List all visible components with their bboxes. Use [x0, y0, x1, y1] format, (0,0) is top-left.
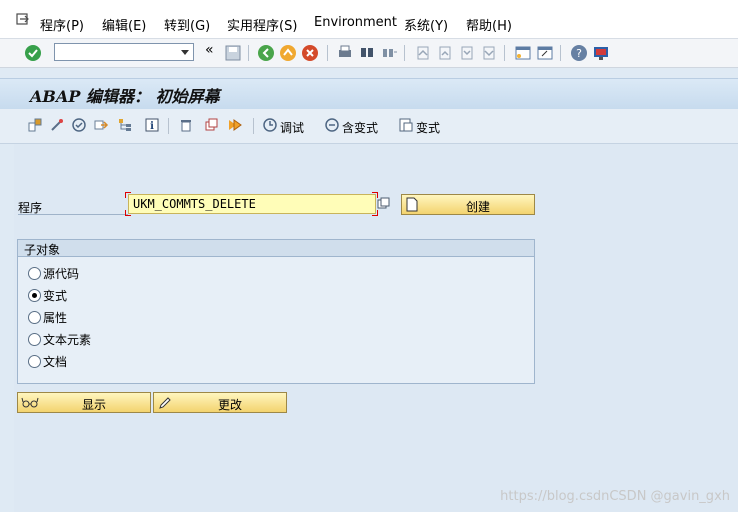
shortcut-icon[interactable]: [536, 44, 554, 62]
menu-icon[interactable]: [16, 13, 30, 27]
info-icon[interactable]: i: [144, 117, 160, 133]
program-value: UKM_COMMTS_DELETE: [133, 197, 256, 211]
dropdown-arrow-icon[interactable]: [181, 50, 189, 55]
display-button[interactable]: 显示: [17, 392, 151, 413]
radio-attributes[interactable]: 属性: [28, 309, 67, 326]
double-left-icon[interactable]: «: [205, 42, 214, 58]
radio-variant[interactable]: 变式: [28, 287, 67, 304]
program-input[interactable]: UKM_COMMTS_DELETE: [128, 194, 376, 214]
with-variant-icon[interactable]: [324, 117, 340, 133]
menu-program[interactable]: 程序(P): [40, 15, 84, 34]
menu-system[interactable]: 系统(Y): [404, 15, 448, 34]
exit-icon[interactable]: [279, 44, 297, 62]
focus-corner: [125, 210, 131, 216]
radio-button[interactable]: [28, 333, 41, 346]
radio-button[interactable]: [28, 355, 41, 368]
menu-utilities[interactable]: 实用程序(S): [227, 15, 297, 34]
menu-bar: 程序(P) 编辑(E) 转到(G) 实用程序(S) Environment 系统…: [0, 0, 738, 39]
save-icon[interactable]: [224, 44, 242, 62]
variant-label[interactable]: 变式: [416, 119, 440, 136]
subobjects-title: 子对象: [24, 243, 61, 257]
subobjects-group: 子对象 源代码 变式 属性 文本元素 文档: [17, 239, 535, 384]
back-icon[interactable]: [257, 44, 275, 62]
next-page-icon[interactable]: [458, 44, 476, 62]
check-syntax-icon[interactable]: [71, 117, 87, 133]
app-toolbar-separator: [168, 118, 169, 134]
toolbar-separator: [327, 45, 328, 61]
radio-button-selected[interactable]: [28, 289, 41, 302]
toolbar-separator: [560, 45, 561, 61]
activate-icon[interactable]: [93, 117, 109, 133]
new-document-icon: [406, 197, 418, 212]
change-button[interactable]: 更改: [153, 392, 287, 413]
create-button[interactable]: 创建: [401, 194, 535, 215]
object-list-icon[interactable]: [27, 117, 43, 133]
radio-label-source-code: 源代码: [43, 267, 80, 281]
menu-edit[interactable]: 编辑(E): [102, 15, 146, 34]
toolbar-separator: [248, 45, 249, 61]
menu-help[interactable]: 帮助(H): [466, 15, 512, 34]
radio-button[interactable]: [28, 311, 41, 324]
radio-label-variant: 变式: [43, 289, 68, 303]
print-icon[interactable]: [336, 44, 354, 62]
app-toolbar-separator: [253, 118, 254, 134]
radio-button[interactable]: [28, 267, 41, 280]
menu-goto[interactable]: 转到(G): [164, 15, 210, 34]
first-page-icon[interactable]: [414, 44, 432, 62]
find-next-icon[interactable]: [380, 44, 398, 62]
help-icon[interactable]: ?: [570, 44, 588, 62]
subobjects-title-bar: 子对象: [18, 240, 534, 257]
toolbar-separator: [404, 45, 405, 61]
pencil-icon: [159, 397, 171, 409]
screen-title-bar: ABAP 编辑器： 初始屏幕: [0, 78, 738, 110]
edit-pencil-icon[interactable]: [49, 117, 65, 133]
command-field[interactable]: [54, 43, 194, 61]
display-button-label: 显示: [82, 398, 107, 412]
prev-page-icon[interactable]: [436, 44, 454, 62]
cancel-icon[interactable]: [301, 44, 319, 62]
debug-icon[interactable]: [262, 117, 278, 133]
hierarchy-icon[interactable]: [117, 117, 133, 133]
radio-label-attributes: 属性: [43, 311, 68, 325]
check-icon[interactable]: [24, 44, 42, 62]
menu-environment[interactable]: Environment: [314, 15, 397, 30]
customize-layout-icon[interactable]: [592, 44, 610, 62]
radio-text-elements[interactable]: 文本元素: [28, 331, 91, 348]
standard-toolbar: « ?: [0, 39, 738, 68]
execute-icon[interactable]: [227, 117, 243, 133]
svg-text:?: ?: [576, 47, 582, 60]
debug-label[interactable]: 调试: [280, 119, 304, 136]
create-button-label: 创建: [466, 200, 491, 214]
radio-source-code[interactable]: 源代码: [28, 265, 79, 282]
new-session-icon[interactable]: [514, 44, 532, 62]
focus-corner: [125, 192, 131, 198]
radio-label-text-elements: 文本元素: [43, 333, 92, 347]
svg-text:i: i: [150, 121, 154, 132]
last-page-icon[interactable]: [480, 44, 498, 62]
find-icon[interactable]: [358, 44, 376, 62]
with-variant-label[interactable]: 含变式: [342, 119, 378, 136]
program-label-underline: [18, 214, 128, 215]
watermark: https://blog.csdnCSDN @gavin_gxh: [500, 489, 730, 504]
radio-documentation[interactable]: 文档: [28, 353, 67, 370]
variant-icon[interactable]: [398, 117, 414, 133]
value-help-icon[interactable]: [377, 197, 391, 211]
delete-icon[interactable]: [178, 117, 194, 133]
glasses-icon: [21, 397, 39, 408]
toolbar-separator: [504, 45, 505, 61]
screen-title: ABAP 编辑器： 初始屏幕: [30, 87, 220, 106]
application-toolbar: i 调试 含变式 变式: [0, 109, 738, 144]
copy-icon[interactable]: [203, 117, 219, 133]
radio-label-documentation: 文档: [43, 355, 68, 369]
change-button-label: 更改: [218, 398, 243, 412]
